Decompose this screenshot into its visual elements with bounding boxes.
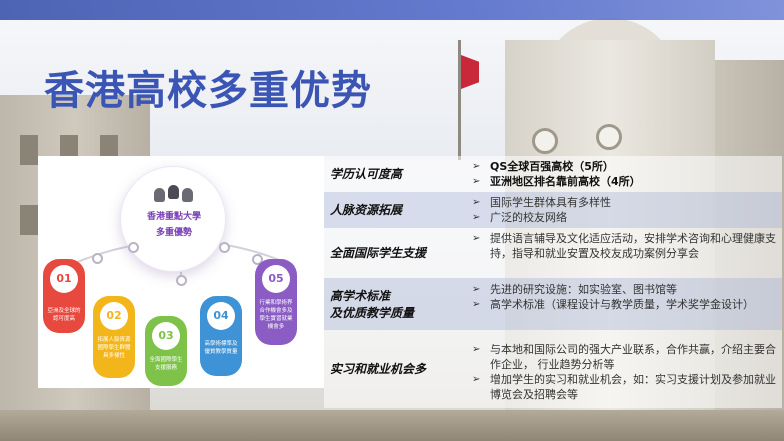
card-number: 01: [50, 265, 78, 293]
table-row: 全面国际学生支援 ➢ 提供语言辅导及文化适应活动，安排学术咨询和心理健康支持，指导…: [324, 228, 782, 278]
card-text: 行業和學術界合作機會多及學生實習就業機會多: [259, 300, 293, 330]
card-number: 03: [152, 322, 180, 350]
row-items: ➢ 先进的研究设施：如实验室、图书馆等 ➢ 高学术标准（课程设计与教学质量，学术奖学…: [470, 282, 776, 312]
card-text: 全面國際學生支援服務: [149, 357, 183, 371]
clock-face: [596, 124, 622, 150]
card-04: 04 高學術標準及優質教學質量: [200, 296, 242, 376]
row-items: ➢ 提供语言辅导及文化适应活动，安排学术咨询和心理健康支持，指导和就业安置及校友成…: [470, 231, 776, 261]
connector-dot: [219, 242, 230, 253]
list-item: ➢ 亚洲地区排名靠前高校（4所）: [472, 175, 641, 188]
row-label: 人脉资源拓展: [330, 203, 403, 217]
ground: [0, 410, 784, 441]
bullet-arrow-icon: ➢: [472, 284, 481, 295]
center-title-line2: 多重優勢: [155, 228, 192, 238]
card-text: 拓展人脈資源國際學生群體具多樣性: [97, 337, 131, 359]
bullet-arrow-icon: ➢: [472, 344, 481, 355]
row-label-line2: 及优质教学质量: [330, 306, 415, 320]
list-item: ➢ QS全球百强高校（5所）: [472, 160, 614, 173]
table-row: 学历认可度高 ➢ QS全球百强高校（5所） ➢ 亚洲地区排名靠前高校（4所）: [324, 156, 782, 192]
bullet-arrow-icon: ➢: [472, 161, 481, 172]
card-number: 05: [262, 265, 290, 293]
clock-face: [532, 128, 558, 154]
table-row: 高学术标准 及优质教学质量 ➢ 先进的研究设施：如实验室、图书馆等 ➢ 高学术标准（…: [324, 278, 782, 330]
table-row: 实习和就业机会多 ➢ 与本地和国际公司的强大产业联系，合作共赢，介绍主要合作企业，…: [324, 330, 782, 408]
row-label-line1: 高学术标准: [330, 289, 391, 303]
list-item: ➢ 增加学生的实习和就业机会，如：实习支援计划及参加就业博览会及招聘会等: [472, 373, 776, 401]
list-item: ➢ 提供语言辅导及文化适应活动，安排学术咨询和心理健康支持，指导和就业安置及校友成…: [472, 232, 776, 260]
row-items: ➢ QS全球百强高校（5所） ➢ 亚洲地区排名靠前高校（4所）: [470, 159, 776, 189]
card-02: 02 拓展人脈資源國際學生群體具多樣性: [93, 296, 135, 378]
bullet-arrow-icon: ➢: [472, 374, 481, 385]
card-text: 亞洲及全球的認可度高: [47, 308, 81, 322]
window: [20, 205, 38, 235]
center-circle: 香港重點大學 多重優勢: [120, 166, 226, 272]
window: [20, 135, 38, 165]
people-group-icon: [154, 185, 194, 202]
row-label: 全面国际学生支援: [330, 246, 427, 260]
connector-dot: [128, 242, 139, 253]
list-item: ➢ 国际学生群体具有多样性: [472, 196, 611, 209]
flagpole: [458, 40, 461, 160]
card-number: 02: [100, 302, 128, 330]
table-row: 人脉资源拓展 ➢ 国际学生群体具有多样性 ➢ 广泛的校友网络: [324, 192, 782, 228]
top-accent-bar: [0, 0, 784, 20]
row-label: 学历认可度高: [330, 167, 403, 181]
bullet-arrow-icon: ➢: [472, 299, 481, 310]
list-item: ➢ 先进的研究设施：如实验室、图书馆等: [472, 283, 677, 296]
list-item: ➢ 与本地和国际公司的强大产业联系，合作共赢，介绍主要合作企业， 行业趋势分析等: [472, 343, 776, 371]
card-01: 01 亞洲及全球的認可度高: [43, 259, 85, 333]
bullet-arrow-icon: ➢: [472, 212, 481, 223]
bullet-arrow-icon: ➢: [472, 197, 481, 208]
card-05: 05 行業和學術界合作機會多及學生實習就業機會多: [255, 259, 297, 345]
list-item: ➢ 广泛的校友网络: [472, 211, 567, 224]
row-items: ➢ 与本地和国际公司的强大产业联系，合作共赢，介绍主要合作企业， 行业趋势分析等 …: [470, 342, 776, 402]
card-number: 04: [207, 302, 235, 330]
center-title-line1: 香港重點大學: [146, 212, 201, 222]
row-label: 实习和就业机会多: [330, 362, 427, 376]
bullet-arrow-icon: ➢: [472, 233, 481, 244]
connector-dot: [176, 275, 187, 286]
card-text: 高學術標準及優質教學質量: [204, 341, 238, 355]
bullet-arrow-icon: ➢: [472, 176, 481, 187]
page-title: 香港高校多重优势: [44, 68, 372, 114]
advantages-infographic: 香港重點大學 多重優勢 01 亞洲及全球的認可度高 02 拓展人脈資源國際學生群…: [38, 156, 324, 388]
connector-dot: [92, 253, 103, 264]
card-03: 03 全面國際學生支援服務: [145, 316, 187, 386]
list-item: ➢ 高学术标准（课程设计与教学质量，学术奖学金设计）: [472, 298, 754, 311]
row-items: ➢ 国际学生群体具有多样性 ➢ 广泛的校友网络: [470, 195, 776, 225]
